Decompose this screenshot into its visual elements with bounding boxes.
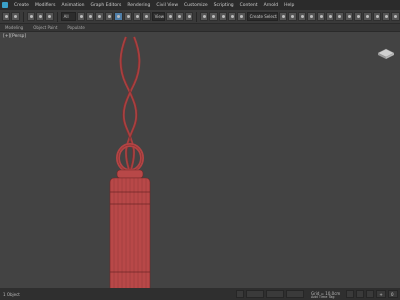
go-to-start-icon[interactable] [346, 290, 354, 298]
z-coordinate-field[interactable] [286, 290, 304, 298]
undo-icon[interactable] [2, 12, 11, 21]
selection-count: 1 Object [3, 291, 20, 297]
menu-help[interactable]: Help [281, 3, 297, 8]
render-production-icon[interactable] [372, 12, 382, 21]
perspective-viewport[interactable]: [+][Persp] [0, 32, 400, 288]
toolbar-divider [56, 11, 58, 22]
angle-snap-icon[interactable] [209, 12, 218, 21]
toolbar-divider [22, 11, 24, 22]
menu-rendering[interactable]: Rendering [124, 3, 153, 8]
keychain-model[interactable] [90, 32, 170, 288]
menu-modifiers[interactable]: Modifiers [32, 3, 59, 8]
link-icon[interactable] [26, 12, 35, 21]
go-to-end-icon[interactable] [366, 290, 374, 298]
menu-animation[interactable]: Animation [59, 3, 88, 8]
redo-icon[interactable] [11, 12, 20, 21]
select-manipulate-icon[interactable] [175, 12, 184, 21]
ribbon-bar: Modeling Object Paint Populate [0, 24, 400, 32]
menu-graph-editors[interactable]: Graph Editors [87, 3, 124, 8]
curve-editor-icon[interactable] [325, 12, 335, 21]
reference-coordinate-dropdown[interactable]: View [151, 12, 165, 21]
render-setup-icon[interactable] [353, 12, 363, 21]
menu-content[interactable]: Content [237, 3, 261, 8]
named-selection-sets-dropdown[interactable]: Create Selection Se [246, 12, 279, 21]
mirror-icon[interactable] [279, 12, 288, 21]
toggle-ribbon-icon[interactable] [316, 12, 325, 21]
rendered-frame-window-icon[interactable] [363, 12, 372, 21]
menu-scripting[interactable]: Scripting [211, 3, 237, 8]
select-by-name-icon[interactable] [86, 12, 95, 21]
select-object-icon[interactable] [76, 12, 86, 21]
window-crossing-icon[interactable] [104, 12, 114, 21]
snaps-toggle-icon[interactable] [199, 12, 209, 21]
render-shade-icon[interactable] [391, 12, 400, 21]
percent-snap-icon[interactable] [218, 12, 227, 21]
align-icon[interactable] [288, 12, 297, 21]
zoom-extents-icon[interactable]: + [376, 290, 386, 298]
ribbon-tab-modeling[interactable]: Modeling [0, 25, 28, 30]
status-bar: 1 Object Grid = 10,0cm Add Time Tag + 0 [0, 288, 400, 300]
scene-explorer-icon[interactable] [297, 12, 307, 21]
menu-civil-view[interactable]: Civil View [153, 3, 181, 8]
menu-arnold[interactable]: Arnold [261, 3, 282, 8]
viewcube-icon[interactable] [376, 46, 396, 60]
ribbon-tab-object-paint[interactable]: Object Paint [28, 25, 62, 30]
rectangular-selection-icon[interactable] [95, 12, 104, 21]
main-toolbar: All View Create Selection Se [0, 10, 400, 24]
viewport-label[interactable]: [+][Persp] [3, 34, 26, 39]
select-and-move-icon[interactable] [114, 12, 123, 21]
y-coordinate-field[interactable] [266, 290, 284, 298]
toolbar-divider [195, 11, 197, 22]
ribbon-tab-populate[interactable]: Populate [62, 25, 89, 30]
layer-explorer-icon[interactable] [307, 12, 316, 21]
play-icon[interactable] [356, 290, 364, 298]
unlink-icon[interactable] [35, 12, 45, 21]
bind-space-warp-icon[interactable] [45, 12, 54, 21]
app-logo-icon[interactable] [2, 2, 8, 8]
schematic-view-icon[interactable] [335, 12, 344, 21]
select-and-scale-icon[interactable] [132, 12, 142, 21]
add-time-tag[interactable]: Add Time Tag [311, 295, 335, 299]
pivot-center-icon[interactable] [165, 12, 175, 21]
x-coordinate-field[interactable] [246, 290, 264, 298]
current-frame-field[interactable]: 0 [388, 290, 398, 298]
menu-customize[interactable]: Customize [181, 3, 211, 8]
spinner-snap-icon[interactable] [227, 12, 237, 21]
select-and-rotate-icon[interactable] [123, 12, 132, 21]
render-iterative-icon[interactable] [382, 12, 391, 21]
menu-create[interactable]: Create [11, 3, 32, 8]
select-and-place-icon[interactable] [142, 12, 151, 21]
lock-selection-icon[interactable] [236, 290, 244, 298]
menu-bar: Create Modifiers Animation Graph Editors… [0, 0, 400, 10]
edit-named-selection-icon[interactable] [237, 12, 246, 21]
material-editor-icon[interactable] [344, 12, 353, 21]
selection-filter-dropdown[interactable]: All [60, 12, 76, 21]
keyboard-shortcut-override-icon[interactable] [184, 12, 193, 21]
